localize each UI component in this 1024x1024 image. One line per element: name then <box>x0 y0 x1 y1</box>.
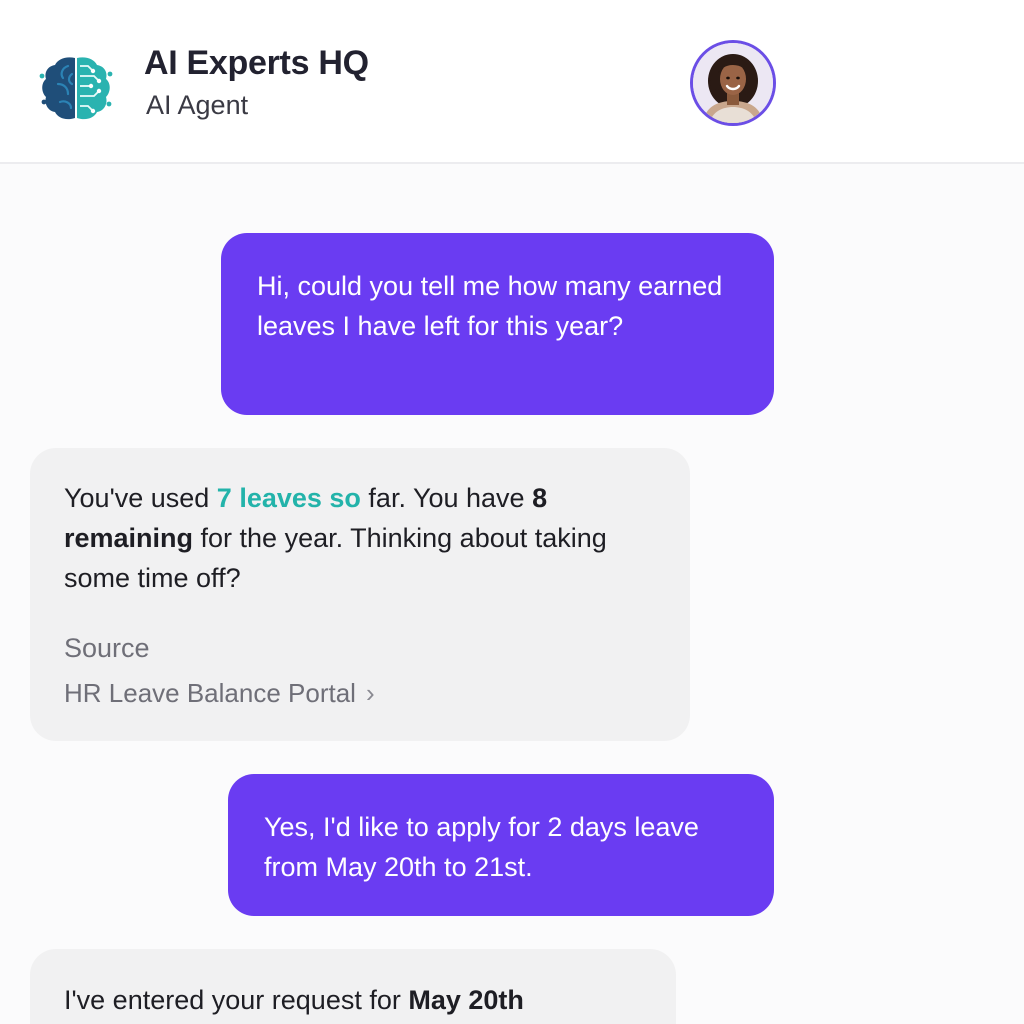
highlighted-leave-count: 7 leaves so <box>216 483 361 513</box>
message-text: You've used 7 leaves so far. You have 8 … <box>64 483 607 593</box>
app-title: AI Experts HQ <box>144 44 369 82</box>
chevron-right-icon: › <box>365 678 375 708</box>
message-text-part: I've entered your request for <box>64 985 409 1015</box>
chat-screen: AI Experts HQ AI Agent Hi, could you tel… <box>0 0 1024 1024</box>
avatar-photo-icon <box>693 43 773 123</box>
chat-header: AI Experts HQ AI Agent <box>0 0 1024 164</box>
source-link[interactable]: HR Leave Balance Portal › <box>64 673 375 713</box>
brain-circuit-icon <box>38 50 114 126</box>
requested-date: May 20th <box>408 985 524 1015</box>
message-text: Yes, I'd like to apply for 2 days leave … <box>264 812 699 882</box>
user-message: Hi, could you tell me how many earned le… <box>221 233 774 415</box>
assistant-message: I've entered your request for May 20th <box>30 949 676 1024</box>
app-subtitle: AI Agent <box>146 90 249 120</box>
message-text-part: far. You have <box>360 483 533 513</box>
message-text: I've entered your request for May 20th <box>64 985 524 1015</box>
message-text-part: You've used <box>64 483 217 513</box>
user-message: Yes, I'd like to apply for 2 days leave … <box>228 774 774 916</box>
user-avatar[interactable] <box>690 40 776 126</box>
message-text: Hi, could you tell me how many earned le… <box>257 271 723 341</box>
source-label: Source <box>64 633 150 663</box>
source-link-text: HR Leave Balance Portal <box>64 678 356 708</box>
assistant-message: You've used 7 leaves so far. You have 8 … <box>30 448 690 741</box>
